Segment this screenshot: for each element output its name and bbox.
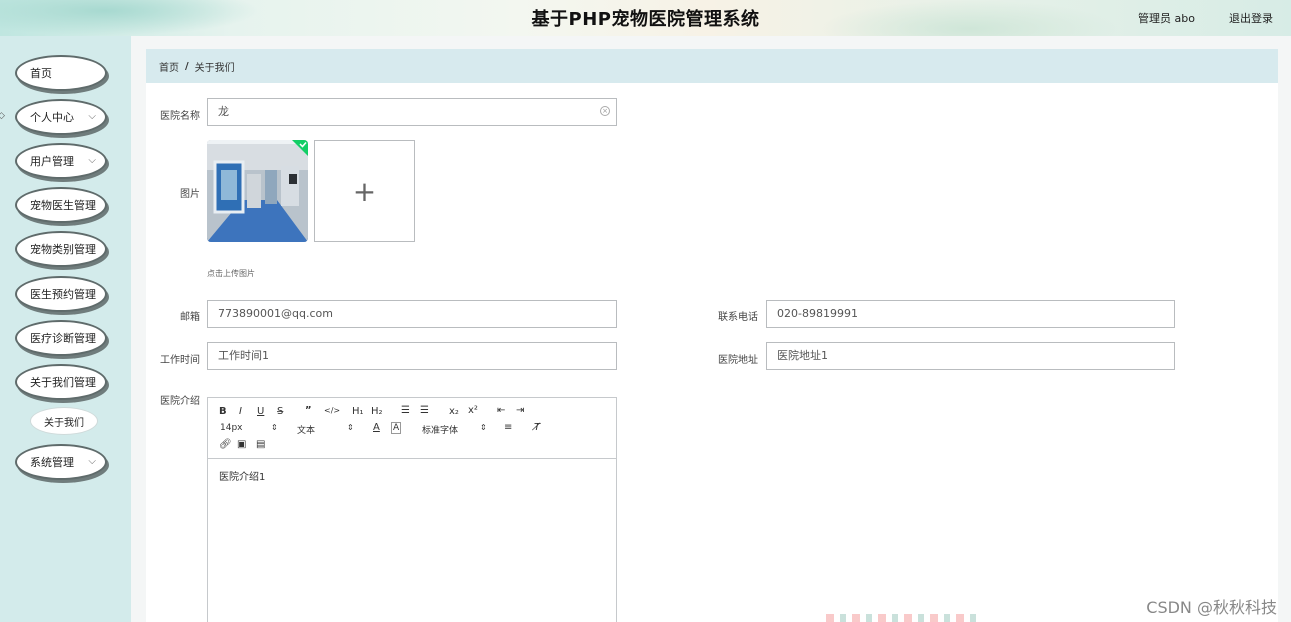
text-color-icon[interactable]: A	[373, 422, 380, 433]
italic-icon[interactable]: I	[239, 406, 242, 417]
link-icon[interactable]: 🔗︎	[219, 439, 232, 450]
sidebar-item-user-management[interactable]: 用户管理 ⌵	[15, 143, 107, 179]
strikethrough-icon[interactable]: S̶	[277, 406, 283, 417]
sidebar-item-personal-center[interactable]: 个人中心 ⌵	[15, 99, 107, 135]
heading2-icon[interactable]: H₂	[371, 406, 383, 417]
sidebar-item-diagnosis[interactable]: 医疗诊断管理	[15, 320, 107, 356]
sidebar-item-label: 个人中心	[30, 111, 74, 124]
underline-icon[interactable]: U	[257, 406, 264, 417]
chevron-down-icon: ⌵	[88, 456, 96, 467]
align-icon[interactable]: ≡	[504, 422, 512, 433]
editor-toolbar: B I U S̶ ” </> H₁ H₂ ☰ ☰ x₂ x² ⇤ ⇥ 14px …	[208, 398, 616, 459]
upload-tip: 点击上传图片	[207, 269, 255, 278]
hospital-name-value: 龙	[218, 105, 229, 118]
background-color-icon[interactable]: A	[391, 422, 402, 434]
breadcrumb-home[interactable]: 首页	[159, 59, 179, 74]
font-size-select[interactable]: 14px	[220, 423, 243, 433]
uploaded-image[interactable]	[207, 140, 308, 242]
intro-label: 医院介绍	[160, 396, 200, 407]
sidebar-item-label: 医疗诊断管理	[30, 332, 96, 345]
worktime-value: 工作时间1	[218, 349, 269, 362]
bottom-decoration	[826, 614, 976, 622]
app-header: 基于PHP宠物医院管理系统 管理员 abo 退出登录	[0, 0, 1291, 36]
collapse-icon[interactable]: ◇	[0, 111, 5, 121]
chevron-down-icon: ⌵	[88, 155, 96, 166]
rich-text-editor[interactable]: B I U S̶ ” </> H₁ H₂ ☰ ☰ x₂ x² ⇤ ⇥ 14px …	[207, 397, 617, 622]
heading1-icon[interactable]: H₁	[352, 406, 364, 417]
sidebar-item-system[interactable]: 系统管理 ⌵	[15, 444, 107, 480]
address-field[interactable]: 医院地址1	[766, 342, 1175, 370]
worktime-field[interactable]: 工作时间1	[207, 342, 617, 370]
upload-button[interactable]: +	[314, 140, 415, 242]
breadcrumb-current: 关于我们	[194, 62, 235, 74]
clear-icon[interactable]: ×	[600, 106, 610, 116]
hospital-name-input[interactable]: 龙 ×	[207, 98, 617, 126]
sidebar-item-label: 首页	[30, 67, 52, 80]
sidebar-subitem-about-us[interactable]: 关于我们	[30, 407, 98, 435]
sidebar-item-pet-doctor[interactable]: 宠物医生管理	[15, 187, 107, 223]
sidebar-item-label: 医生预约管理	[30, 288, 96, 301]
sidebar-item-label: 宠物医生管理	[30, 199, 96, 212]
select-arrow-icon: ⇕	[347, 423, 354, 432]
phone-field[interactable]: 020-89819991	[766, 300, 1175, 328]
indent-icon[interactable]: ⇥	[516, 405, 524, 416]
outdent-icon[interactable]: ⇤	[497, 405, 505, 416]
email-field[interactable]: 773890001@qq.com	[207, 300, 617, 328]
breadcrumb: 首页 / 关于我们	[146, 49, 1278, 83]
sidebar-item-appointment[interactable]: 医生预约管理	[15, 276, 107, 312]
sidebar-item-pet-category[interactable]: 宠物类别管理	[15, 231, 107, 267]
current-user: 管理员 abo	[1138, 12, 1195, 25]
plus-icon: +	[352, 174, 377, 208]
video-icon[interactable]: ▤	[256, 439, 265, 450]
breadcrumb-separator: /	[185, 60, 189, 72]
code-block-icon[interactable]: </>	[324, 406, 340, 415]
image-label: 图片	[180, 189, 200, 200]
subscript-icon[interactable]: x₂	[449, 406, 459, 417]
text-style-select[interactable]: 文本	[297, 423, 315, 436]
address-label: 医院地址	[718, 355, 758, 366]
select-arrow-icon: ⇕	[480, 423, 487, 432]
sidebar-item-home[interactable]: 首页	[15, 55, 107, 91]
sidebar-subitem-label: 关于我们	[44, 417, 84, 429]
superscript-icon[interactable]: x²	[468, 405, 478, 416]
sidebar-item-label: 系统管理	[30, 456, 74, 469]
sidebar: ◇ 首页 个人中心 ⌵ 用户管理 ⌵ 宠物医生管理 宠物类别管理 医生预约管理 …	[0, 36, 131, 622]
success-check-icon	[292, 140, 308, 156]
worktime-label: 工作时间	[160, 355, 200, 366]
blockquote-icon[interactable]: ”	[305, 405, 312, 416]
sidebar-item-label: 用户管理	[30, 155, 74, 168]
bullet-list-icon[interactable]: ☰	[420, 405, 429, 416]
address-value: 医院地址1	[777, 349, 828, 362]
editor-content[interactable]: 医院介绍1	[219, 468, 265, 483]
sidebar-item-label: 宠物类别管理	[30, 243, 96, 256]
email-value: 773890001@qq.com	[218, 307, 333, 320]
font-family-select[interactable]: 标准字体	[422, 423, 458, 436]
phone-label: 联系电话	[718, 312, 758, 323]
bold-icon[interactable]: B	[219, 406, 227, 417]
sidebar-item-label: 关于我们管理	[30, 376, 96, 389]
watermark: CSDN @秋秋科技	[1146, 598, 1277, 617]
name-label: 医院名称	[160, 111, 200, 122]
clear-format-icon[interactable]: T̸	[534, 422, 540, 433]
select-arrow-icon: ⇕	[271, 423, 278, 432]
logout-button[interactable]: 退出登录	[1229, 10, 1273, 26]
phone-value: 020-89819991	[777, 307, 858, 320]
email-label: 邮箱	[180, 312, 200, 323]
chevron-down-icon: ⌵	[88, 111, 96, 122]
ordered-list-icon[interactable]: ☰	[401, 405, 410, 416]
image-icon[interactable]: ▣	[237, 439, 246, 450]
sidebar-item-about-us-management[interactable]: 关于我们管理	[15, 364, 107, 400]
page-title: 基于PHP宠物医院管理系统	[531, 9, 760, 30]
